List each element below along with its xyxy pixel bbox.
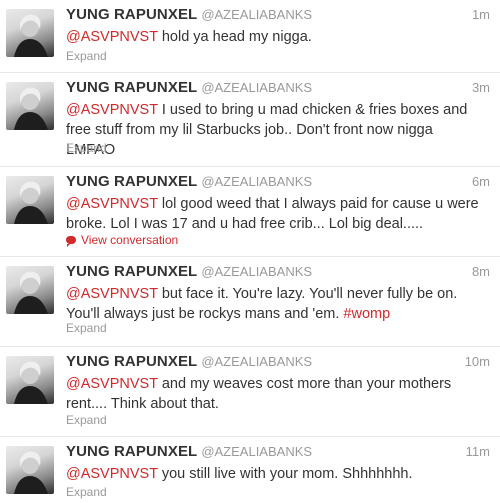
tweet-item[interactable]: YUNG RAPUNXEL @AZEALIABANKS 10m @ASVPNVST… xyxy=(0,347,500,437)
expand-link[interactable]: Expand xyxy=(66,485,107,499)
tweet-text: @ASVPNVST I used to bring u mad chicken … xyxy=(66,100,482,160)
tweet-header: YUNG RAPUNXEL @AZEALIABANKS 10m xyxy=(66,353,490,375)
mention-link[interactable]: @ASVPNVST xyxy=(66,102,158,118)
mention-link[interactable]: @ASVPNVST xyxy=(66,286,158,302)
speech-bubble-icon xyxy=(66,236,76,247)
mention-link[interactable]: @ASVPNVST xyxy=(66,196,158,212)
tweet-feed: YUNG RAPUNXEL @AZEALIABANKS 1m @ASVPNVST … xyxy=(0,0,500,503)
tweet-item[interactable]: YUNG RAPUNXEL @AZEALIABANKS 6m @ASVPNVST … xyxy=(0,167,500,257)
tweet-header: YUNG RAPUNXEL @AZEALIABANKS 11m xyxy=(66,443,490,465)
tweet-timestamp[interactable]: 6m xyxy=(472,174,490,189)
tweet-text: @ASVPNVST and my weaves cost more than y… xyxy=(66,374,482,414)
mention-link[interactable]: @ASVPNVST xyxy=(66,466,158,482)
tweet-text: @ASVPNVST you still live with your mom. … xyxy=(66,464,482,484)
tweet-item[interactable]: YUNG RAPUNXEL @AZEALIABANKS 3m @ASVPNVST … xyxy=(0,73,500,167)
tweet-timestamp[interactable]: 10m xyxy=(465,354,490,369)
tweet-text: @ASVPNVST hold ya head my nigga. xyxy=(66,27,482,47)
expand-link[interactable]: Expand xyxy=(66,141,107,155)
tweet-item[interactable]: YUNG RAPUNXEL @AZEALIABANKS 11m @ASVPNVST… xyxy=(0,437,500,503)
user-name[interactable]: YUNG RAPUNXEL xyxy=(66,443,197,460)
avatar[interactable] xyxy=(6,82,54,130)
user-handle[interactable]: @AZEALIABANKS xyxy=(201,444,312,459)
tweet-header: YUNG RAPUNXEL @AZEALIABANKS 3m xyxy=(66,79,490,101)
view-conversation-label: View conversation xyxy=(81,233,179,247)
expand-link[interactable]: Expand xyxy=(66,321,107,335)
avatar[interactable] xyxy=(6,266,54,314)
tweet-timestamp[interactable]: 11m xyxy=(466,444,490,459)
user-name[interactable]: YUNG RAPUNXEL xyxy=(66,79,197,96)
hashtag-link[interactable]: #womp xyxy=(343,306,390,322)
tweet-text: @ASVPNVST lol good weed that I always pa… xyxy=(66,194,482,234)
tweet-header: YUNG RAPUNXEL @AZEALIABANKS 1m xyxy=(66,6,490,28)
avatar[interactable] xyxy=(6,356,54,404)
user-handle[interactable]: @AZEALIABANKS xyxy=(201,264,312,279)
tweet-header: YUNG RAPUNXEL @AZEALIABANKS 8m xyxy=(66,263,490,285)
tweet-body: hold ya head my nigga. xyxy=(157,29,312,45)
user-handle[interactable]: @AZEALIABANKS xyxy=(201,7,312,22)
tweet-text: @ASVPNVST but face it. You're lazy. You'… xyxy=(66,284,482,324)
tweet-timestamp[interactable]: 1m xyxy=(472,7,490,22)
view-conversation-link[interactable]: View conversation xyxy=(66,233,178,247)
user-handle[interactable]: @AZEALIABANKS xyxy=(201,354,312,369)
tweet-item[interactable]: YUNG RAPUNXEL @AZEALIABANKS 1m @ASVPNVST … xyxy=(0,0,500,73)
mention-link[interactable]: @ASVPNVST xyxy=(66,29,158,45)
expand-link[interactable]: Expand xyxy=(66,49,107,63)
avatar[interactable] xyxy=(6,446,54,494)
avatar[interactable] xyxy=(6,176,54,224)
tweet-timestamp[interactable]: 3m xyxy=(472,80,490,95)
user-name[interactable]: YUNG RAPUNXEL xyxy=(66,263,197,280)
tweet-timestamp[interactable]: 8m xyxy=(472,264,490,279)
tweet-item[interactable]: YUNG RAPUNXEL @AZEALIABANKS 8m @ASVPNVST … xyxy=(0,257,500,347)
user-name[interactable]: YUNG RAPUNXEL xyxy=(66,6,197,23)
user-name[interactable]: YUNG RAPUNXEL xyxy=(66,173,197,190)
mention-link[interactable]: @ASVPNVST xyxy=(66,376,158,392)
tweet-header: YUNG RAPUNXEL @AZEALIABANKS 6m xyxy=(66,173,490,195)
expand-link[interactable]: Expand xyxy=(66,413,107,427)
avatar[interactable] xyxy=(6,9,54,57)
user-name[interactable]: YUNG RAPUNXEL xyxy=(66,353,197,370)
user-handle[interactable]: @AZEALIABANKS xyxy=(201,80,312,95)
user-handle[interactable]: @AZEALIABANKS xyxy=(201,174,312,189)
tweet-body: you still live with your mom. Shhhhhhh. xyxy=(157,466,413,482)
